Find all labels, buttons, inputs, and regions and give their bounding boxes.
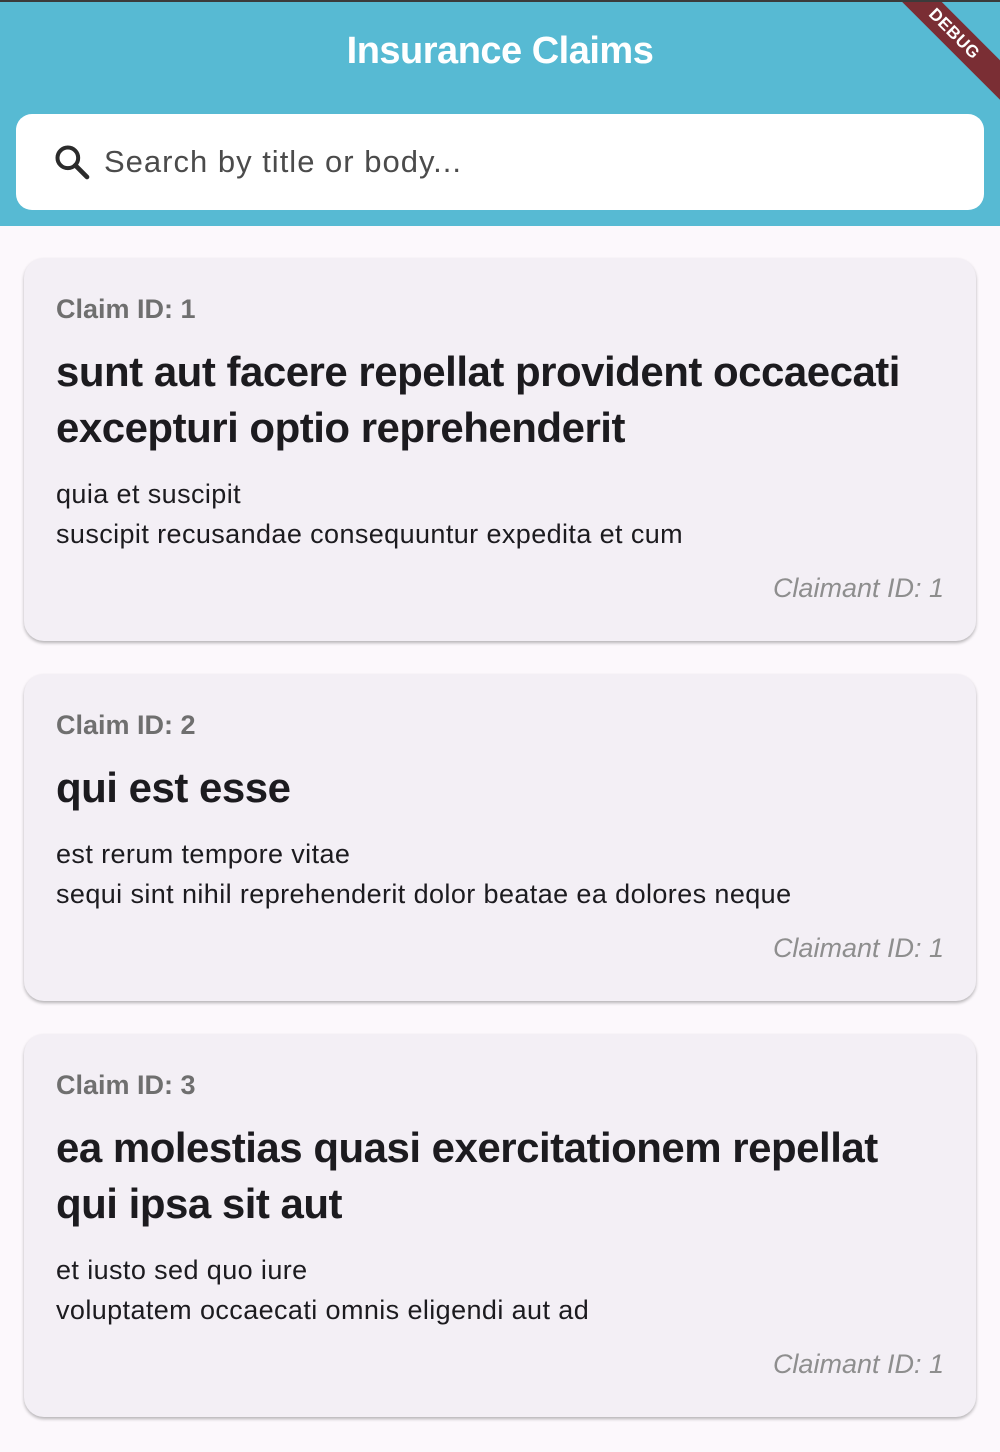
search-icon bbox=[55, 145, 90, 180]
claimant-id: Claimant ID: 1 bbox=[772, 933, 944, 963]
claim-card[interactable]: Claim ID: 2 qui est esse est rerum tempo… bbox=[24, 674, 976, 1001]
claim-title: qui est esse bbox=[56, 764, 291, 811]
app-title: Insurance Claims bbox=[346, 30, 654, 72]
search-input[interactable] bbox=[104, 114, 964, 210]
claim-card[interactable]: Claim ID: 3 ea molestias quasi exercitat… bbox=[24, 1034, 976, 1417]
claimant-id: Claimant ID: 1 bbox=[772, 573, 944, 603]
claim-body: et iusto sed quo iure voluptatem occaeca… bbox=[56, 1255, 590, 1325]
claims-list[interactable]: Claim ID: 1 sunt aut facere repellat pro… bbox=[0, 226, 1000, 1452]
claimant-id: Claimant ID: 1 bbox=[772, 1349, 944, 1379]
claim-title: ea molestias quasi exercitationem repell… bbox=[56, 1124, 878, 1227]
claim-card[interactable]: Claim ID: 1 sunt aut facere repellat pro… bbox=[24, 258, 976, 641]
claim-id: Claim ID: 1 bbox=[56, 294, 196, 324]
claim-body: est rerum tempore vitae sequi sint nihil… bbox=[56, 839, 792, 909]
claim-id: Claim ID: 2 bbox=[56, 710, 196, 740]
search-bar[interactable] bbox=[16, 114, 984, 210]
claim-id: Claim ID: 3 bbox=[56, 1070, 196, 1100]
claim-title: sunt aut facere repellat provident occae… bbox=[56, 348, 900, 451]
claim-body: quia et suscipit suscipit recusandae con… bbox=[56, 479, 684, 549]
app-bar: Insurance Claims DEBUG bbox=[0, 0, 1000, 226]
